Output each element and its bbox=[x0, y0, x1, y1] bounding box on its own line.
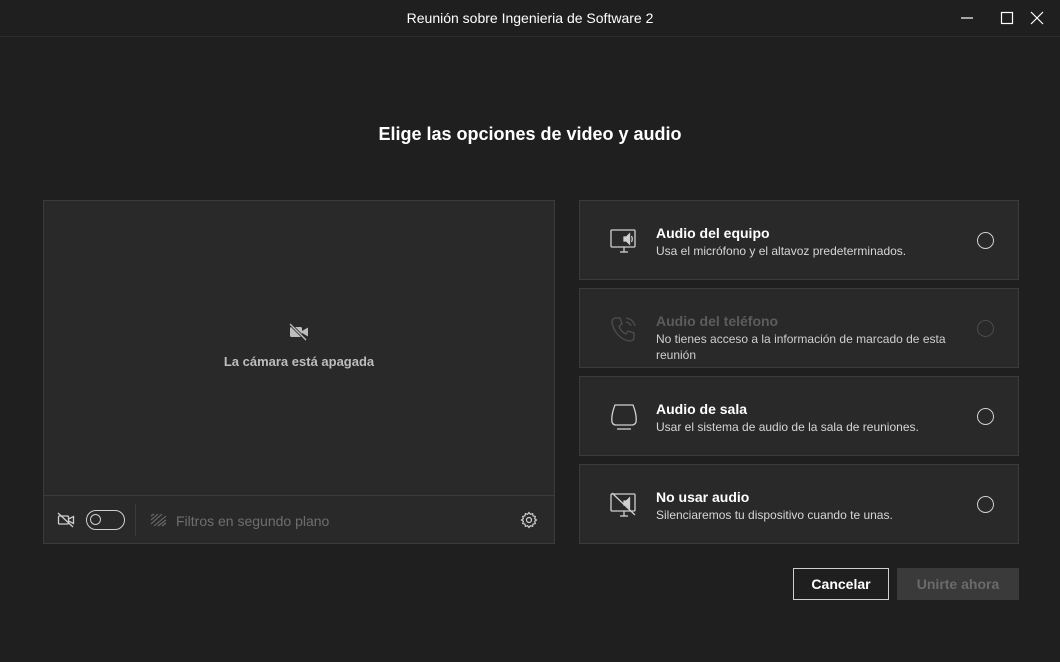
option-description: Usar el sistema de audio de la sala de r… bbox=[656, 420, 919, 434]
radio-button[interactable] bbox=[977, 232, 994, 249]
minimize-icon bbox=[961, 17, 973, 19]
window-title: Reunión sobre Ingenieria de Software 2 bbox=[406, 10, 654, 26]
video-preview-panel: La cámara está apagada Filtros en segund… bbox=[43, 200, 555, 544]
no-audio-icon bbox=[610, 492, 636, 517]
phone-icon bbox=[611, 317, 636, 342]
option-title: Audio de sala bbox=[656, 401, 748, 417]
camera-toggle[interactable] bbox=[86, 510, 125, 530]
camera-off-icon bbox=[288, 323, 308, 341]
room-audio-icon bbox=[611, 404, 637, 430]
gear-icon[interactable] bbox=[520, 511, 538, 529]
camera-off-label: La cámara está apagada bbox=[223, 354, 375, 369]
radio-button[interactable] bbox=[977, 408, 994, 425]
radio-button bbox=[977, 320, 994, 337]
close-icon bbox=[1030, 11, 1044, 25]
toggle-knob bbox=[90, 514, 101, 525]
radio-button[interactable] bbox=[977, 496, 994, 513]
option-title: Audio del teléfono bbox=[656, 313, 779, 329]
join-now-button: Unirte ahora bbox=[897, 568, 1019, 600]
video-controls-bar: Filtros en segundo plano bbox=[44, 495, 554, 543]
option-description: Usa el micrófono y el altavoz predetermi… bbox=[656, 244, 907, 258]
option-description: No tienes acceso a la información de mar… bbox=[656, 332, 946, 362]
divider bbox=[135, 504, 136, 536]
audio-option-phone: Audio del teléfono No tienes acceso a la… bbox=[579, 288, 1019, 368]
close-button[interactable] bbox=[1014, 0, 1060, 36]
option-description: Silenciaremos tu dispositivo cuando te u… bbox=[656, 508, 893, 522]
audio-option-none[interactable]: No usar audio Silenciaremos tu dispositi… bbox=[579, 464, 1019, 544]
computer-audio-icon bbox=[610, 229, 636, 253]
video-preview: La cámara está apagada bbox=[44, 201, 554, 495]
cancel-button[interactable]: Cancelar bbox=[793, 568, 889, 600]
camera-off-icon bbox=[57, 512, 75, 528]
maximize-icon bbox=[1000, 11, 1014, 25]
audio-option-computer[interactable]: Audio del equipo Usa el micrófono y el a… bbox=[579, 200, 1019, 280]
option-title: No usar audio bbox=[656, 489, 750, 505]
option-title: Audio del equipo bbox=[656, 225, 770, 241]
title-bar: Reunión sobre Ingenieria de Software 2 bbox=[0, 0, 1060, 37]
background-filters-label: Filtros en segundo plano bbox=[176, 513, 330, 529]
audio-option-room[interactable]: Audio de sala Usar el sistema de audio d… bbox=[579, 376, 1019, 456]
page-heading: Elige las opciones de video y audio bbox=[378, 124, 682, 144]
background-filters-icon bbox=[150, 513, 167, 527]
